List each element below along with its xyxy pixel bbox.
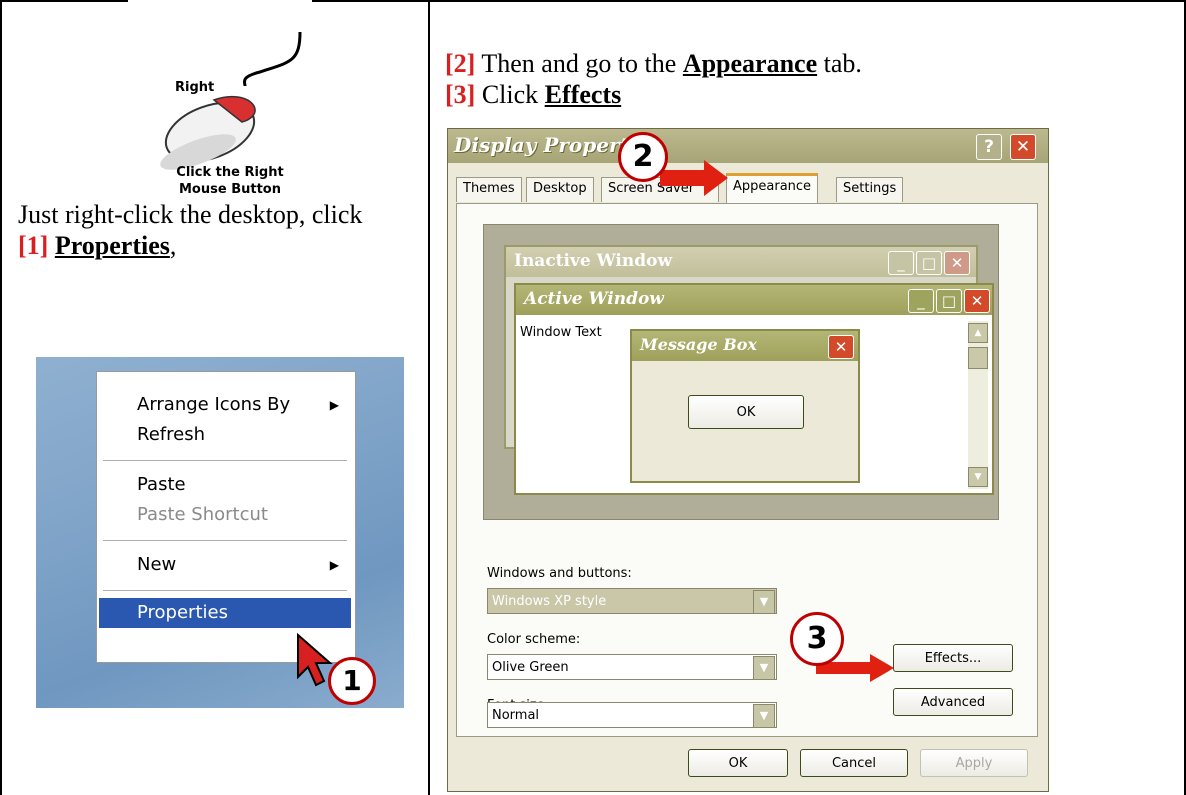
- menu-item-new[interactable]: New ▶: [97, 550, 353, 580]
- display-properties-dialog: Display Properties ? ✕ Themes Desktop Sc…: [447, 128, 1049, 792]
- window-text: Window Text: [520, 325, 602, 340]
- step1-tail: ,: [169, 231, 177, 260]
- table-divider: [428, 0, 430, 795]
- mouse-caption: Click the Right Mouse Button: [150, 164, 310, 198]
- step1-text: Just right-click the desktop, click: [18, 200, 363, 229]
- appearance-preview: Inactive Window _ □ ✕ Active Window _ □ …: [483, 224, 999, 520]
- menu-separator: [103, 540, 347, 541]
- scroll-up-icon: ▲: [968, 323, 988, 343]
- minimize-icon: _: [888, 251, 914, 275]
- maximize-icon: □: [936, 289, 962, 313]
- tab-themes[interactable]: Themes: [456, 177, 522, 202]
- menu-item-label: Arrange Icons By: [137, 394, 291, 415]
- active-titlebar: Active Window _ □ ✕: [516, 285, 992, 315]
- preview-message-box: Message Box ✕ OK: [630, 329, 860, 483]
- close-icon: ✕: [944, 251, 970, 275]
- step3-text: Click: [475, 80, 545, 109]
- maximize-icon: □: [916, 251, 942, 275]
- step1-instruction: Just right-click the desktop, click [1] …: [18, 199, 398, 261]
- menu-item-arrange-icons[interactable]: Arrange Icons By ▶: [97, 390, 353, 420]
- close-icon: ✕: [828, 335, 854, 359]
- table-border-top-right: [312, 0, 1186, 2]
- menu-item-label: Paste: [137, 474, 186, 495]
- windows-buttons-label: Windows and buttons:: [487, 566, 632, 581]
- context-menu: Arrange Icons By ▶ Refresh Paste Paste Sh…: [96, 371, 356, 663]
- menu-item-label: New: [137, 554, 177, 575]
- step1-link: Properties: [54, 231, 170, 260]
- step3-link: Effects: [544, 80, 622, 109]
- advanced-button[interactable]: Advanced: [893, 688, 1013, 716]
- windows-buttons-select: Windows XP style ▼: [487, 588, 777, 614]
- help-button[interactable]: ?: [976, 134, 1002, 160]
- step3-instruction: [3] Click Effects: [445, 79, 1165, 110]
- menu-item-paste[interactable]: Paste: [97, 470, 353, 500]
- font-size-select[interactable]: Normal ▼: [487, 702, 777, 728]
- preview-scrollbar: ▲ ▼: [968, 321, 988, 489]
- apply-button: Apply: [920, 749, 1028, 777]
- menu-separator: [103, 460, 347, 461]
- step2-number: [2]: [445, 49, 476, 78]
- step2-tail: tab.: [817, 49, 862, 78]
- menu-item-label: Refresh: [137, 424, 205, 445]
- color-scheme-label: Color scheme:: [487, 632, 581, 647]
- close-button[interactable]: ✕: [1010, 134, 1036, 160]
- desktop-screenshot: Arrange Icons By ▶ Refresh Paste Paste Sh…: [36, 357, 404, 708]
- step1-number: [1]: [18, 231, 49, 260]
- chevron-down-icon[interactable]: ▼: [753, 656, 775, 680]
- effects-button[interactable]: Effects...: [893, 644, 1013, 672]
- appearance-panel: Inactive Window _ □ ✕ Active Window _ □ …: [456, 203, 1038, 737]
- submenu-arrow-icon: ▶: [329, 398, 339, 412]
- menu-item-refresh[interactable]: Refresh: [97, 420, 353, 450]
- close-icon: ✕: [964, 289, 990, 313]
- message-box-ok-button: OK: [688, 395, 804, 429]
- color-scheme-value: Olive Green: [492, 660, 569, 675]
- callout-1: 1: [328, 657, 376, 705]
- dialog-titlebar: Display Properties ? ✕: [448, 129, 1048, 163]
- chevron-down-icon: ▼: [753, 590, 775, 614]
- menu-item-properties[interactable]: Properties: [99, 598, 351, 628]
- callout-2: 2: [618, 132, 668, 182]
- minimize-icon: _: [908, 289, 934, 313]
- tab-appearance[interactable]: Appearance: [726, 173, 819, 206]
- message-box-titlebar: Message Box ✕: [632, 331, 858, 361]
- mouse-caption-line1: Click the Right: [176, 165, 284, 180]
- inactive-titlebar: Inactive Window _ □ ✕: [506, 247, 976, 277]
- scroll-thumb: [968, 347, 988, 369]
- message-box-title: Message Box: [640, 335, 757, 354]
- arrow-right-icon: [660, 160, 728, 196]
- scroll-down-icon: ▼: [968, 467, 988, 487]
- tab-desktop[interactable]: Desktop: [526, 177, 594, 202]
- chevron-down-icon[interactable]: ▼: [753, 704, 775, 728]
- table-border-top-left: [0, 0, 128, 2]
- ok-button[interactable]: OK: [688, 749, 788, 777]
- step2-instruction: [2] Then and go to the Appearance tab.: [445, 48, 1165, 79]
- mouse-caption-line2: Mouse Button: [179, 182, 281, 197]
- menu-item-label: Properties: [137, 602, 228, 623]
- step2-link: Appearance: [682, 49, 818, 78]
- menu-item-paste-shortcut: Paste Shortcut: [97, 500, 353, 530]
- tab-settings[interactable]: Settings: [836, 177, 904, 202]
- active-window-title: Active Window: [524, 289, 664, 309]
- mouse-label: Right: [175, 80, 215, 95]
- menu-item-label: Paste Shortcut: [137, 504, 268, 525]
- step2-text: Then and go to the: [475, 49, 683, 78]
- table-border-left: [0, 0, 2, 795]
- submenu-arrow-icon: ▶: [329, 558, 339, 572]
- step3-number: [3]: [445, 80, 476, 109]
- step2-3-instructions: [2] Then and go to the Appearance tab. […: [445, 48, 1165, 110]
- font-size-value: Normal: [492, 708, 540, 723]
- color-scheme-select[interactable]: Olive Green ▼: [487, 654, 777, 680]
- callout-3: 3: [790, 612, 844, 666]
- menu-separator: [103, 590, 347, 591]
- cancel-button[interactable]: Cancel: [800, 749, 908, 777]
- windows-buttons-value: Windows XP style: [492, 594, 607, 609]
- right-mouse-illustration: [160, 31, 302, 170]
- inactive-window-title: Inactive Window: [514, 251, 673, 271]
